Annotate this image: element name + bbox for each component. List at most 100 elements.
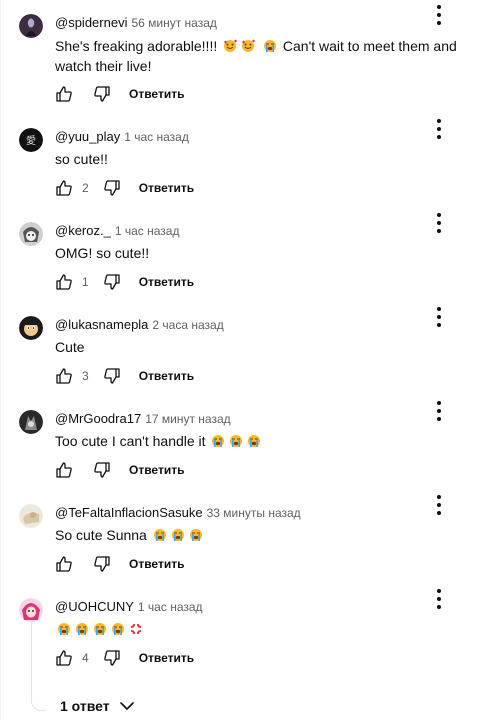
comment-author[interactable]: @lukasnamepla	[55, 317, 148, 332]
comment-text-part: She's freaking adorable!!!!	[55, 38, 222, 54]
smiling-face-with-hearts-icon	[241, 39, 256, 53]
comment-time[interactable]: 17 минут назад	[145, 412, 230, 426]
cartoon-avatar[interactable]	[19, 316, 43, 340]
comment-author[interactable]: @keroz._	[55, 223, 111, 238]
comment-item: @MrGoodra17 17 минут назад Too cute I can…	[0, 401, 477, 504]
comment-author[interactable]: @spidernevi	[55, 15, 127, 30]
comment-text: so cute!!	[55, 151, 108, 167]
comment-header: @keroz._ 1 час назад	[55, 222, 179, 240]
loudly-crying-face-icon	[153, 528, 167, 542]
comment-text	[55, 619, 465, 639]
comment-item: @keroz._ 1 час назад OMG! so cute!! 1 Отв…	[0, 213, 477, 316]
loudly-crying-face-icon	[189, 528, 203, 542]
silhouette-avatar[interactable]	[19, 14, 43, 38]
comment-time[interactable]: 2 часа назад	[152, 318, 223, 332]
comment-header: @lukasnamepla 2 часа назад	[55, 316, 224, 334]
thumbs-up-icon[interactable]	[55, 461, 73, 479]
comment-author[interactable]: @UOHCUNY	[55, 599, 134, 614]
thumbs-up-icon[interactable]	[55, 367, 73, 385]
comment-header: @UOHCUNY 1 час назад	[55, 598, 203, 616]
more-actions-icon[interactable]	[430, 304, 448, 330]
thumbs-down-icon[interactable]	[103, 367, 121, 385]
comment-item: @spidernevi 56 минут назад She's freaking…	[0, 5, 477, 108]
kanji-avatar[interactable]: 愛	[19, 128, 43, 152]
comment-time[interactable]: 1 час назад	[115, 224, 180, 238]
comment-text: So cute Sunna	[55, 525, 465, 545]
comment-time[interactable]: 1 час назад	[138, 600, 203, 614]
pink-avatar[interactable]	[19, 598, 43, 622]
comments-list: @spidernevi 56 минут назад She's freaking…	[0, 0, 477, 720]
comment-text-part: Too cute I can't handle it	[55, 433, 206, 449]
comment-actions: 3 Ответить	[55, 364, 194, 388]
comment-text: She's freaking adorable!!!! Can't wait t…	[55, 36, 465, 76]
loudly-crying-face-icon	[247, 434, 261, 448]
thumbs-down-icon[interactable]	[93, 85, 111, 103]
loudly-crying-face-icon	[57, 622, 71, 636]
thumbs-down-icon[interactable]	[93, 555, 111, 573]
more-actions-icon[interactable]	[430, 398, 448, 424]
comment-header: @TeFaltaInflacionSasuke 33 минуты назад	[55, 504, 301, 522]
comment-text: Too cute I can't handle it	[55, 431, 465, 451]
loudly-crying-face-icon	[75, 622, 89, 636]
comment-header: @MrGoodra17 17 минут назад	[55, 410, 231, 428]
comment-author[interactable]: @yuu_play	[55, 129, 120, 144]
more-actions-icon[interactable]	[430, 492, 448, 518]
comment-actions: Ответить	[55, 82, 184, 106]
comment-item: @UOHCUNY 1 час назад 4 Ответить	[0, 589, 477, 692]
comment-time[interactable]: 56 минут назад	[131, 16, 216, 30]
comment-header: @yuu_play 1 час назад	[55, 128, 189, 146]
reply-button[interactable]: Ответить	[139, 275, 194, 289]
anger-symbol-icon	[129, 622, 143, 636]
more-actions-icon[interactable]	[430, 116, 448, 142]
sketch-avatar[interactable]	[19, 504, 43, 528]
reply-button[interactable]: Ответить	[139, 181, 194, 195]
thumbs-down-icon[interactable]	[103, 273, 121, 291]
thumbs-down-icon[interactable]	[103, 179, 121, 197]
loudly-crying-face-icon	[229, 434, 243, 448]
thumbs-down-icon[interactable]	[93, 461, 111, 479]
chevron-down-icon	[118, 697, 136, 715]
like-count: 2	[82, 181, 89, 195]
comment-actions: Ответить	[55, 552, 184, 576]
loudly-crying-face-icon	[93, 622, 107, 636]
loudly-crying-face-icon	[171, 528, 185, 542]
reply-button[interactable]: Ответить	[139, 651, 194, 665]
reply-button[interactable]: Ответить	[129, 463, 184, 477]
thumbs-down-icon[interactable]	[103, 649, 121, 667]
loudly-crying-face-icon	[111, 622, 125, 636]
svg-text:愛: 愛	[26, 134, 36, 147]
comment-time[interactable]: 33 минуты назад	[207, 506, 301, 520]
comment-author[interactable]: @TeFaltaInflacionSasuke	[55, 505, 203, 520]
comment-item: 愛 @yuu_play 1 час назад so cute!! 2 Ответ…	[0, 119, 477, 222]
dark-avatar[interactable]	[19, 410, 43, 434]
loudly-crying-face-icon	[263, 39, 277, 53]
comment-actions: 4 Ответить	[55, 646, 194, 670]
comment-actions: Ответить	[55, 458, 184, 482]
loudly-crying-face-icon	[211, 434, 225, 448]
smiling-face-with-hearts-icon	[223, 39, 238, 53]
thumbs-up-icon[interactable]	[55, 85, 73, 103]
comment-actions: 1 Ответить	[55, 270, 194, 294]
reply-button[interactable]: Ответить	[129, 87, 184, 101]
view-replies-button[interactable]: 1 ответ	[60, 696, 136, 716]
thumbs-up-icon[interactable]	[55, 649, 73, 667]
view-replies-label: 1 ответ	[60, 698, 110, 714]
thumbs-up-icon[interactable]	[55, 555, 73, 573]
manga-avatar[interactable]	[19, 222, 43, 246]
reply-button[interactable]: Ответить	[139, 369, 194, 383]
comment-text: OMG! so cute!!	[55, 245, 150, 261]
comment-author[interactable]: @MrGoodra17	[55, 411, 141, 426]
more-actions-icon[interactable]	[430, 2, 448, 28]
comment-text: Cute	[55, 339, 85, 355]
thumbs-up-icon[interactable]	[55, 273, 73, 291]
comment-text-part: So cute Sunna	[55, 527, 147, 543]
reply-thread-line	[31, 620, 46, 711]
comment-time[interactable]: 1 час назад	[124, 130, 189, 144]
like-count: 4	[82, 651, 89, 665]
like-count: 3	[82, 369, 89, 383]
more-actions-icon[interactable]	[430, 210, 448, 236]
thumbs-up-icon[interactable]	[55, 179, 73, 197]
comment-item: @TeFaltaInflacionSasuke 33 минуты назад S…	[0, 495, 477, 598]
more-actions-icon[interactable]	[430, 586, 448, 612]
reply-button[interactable]: Ответить	[129, 557, 184, 571]
